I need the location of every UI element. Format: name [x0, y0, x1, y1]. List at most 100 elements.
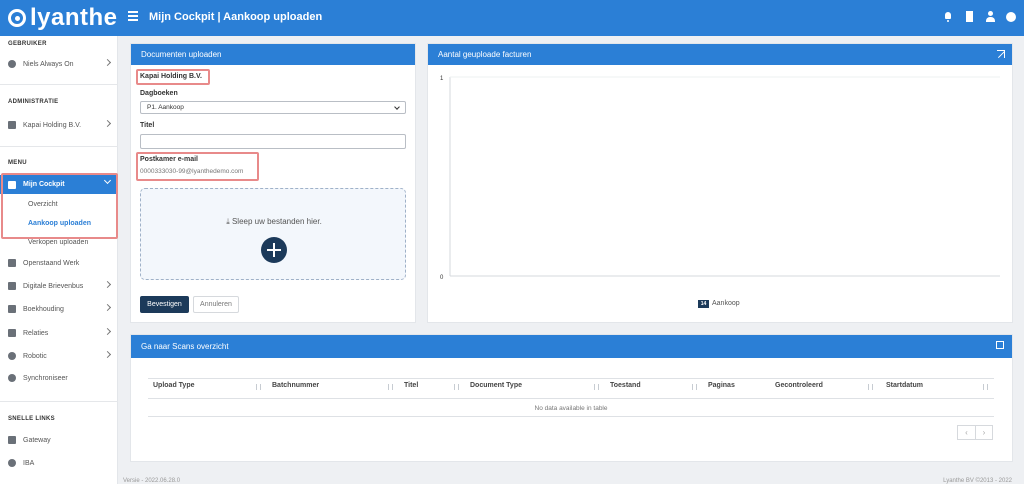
- cogs-icon: [8, 352, 16, 360]
- users-icon: [8, 329, 16, 337]
- add-file-icon[interactable]: [261, 237, 287, 263]
- sidebar-item-mijn-cockpit[interactable]: Mijn Cockpit: [0, 175, 118, 194]
- sort-icon[interactable]: [983, 384, 988, 390]
- y-tick-label: 0: [440, 275, 444, 281]
- sidebar: GEBRUIKER Niels Always On ADMINISTRATIE …: [0, 36, 118, 484]
- sidebar-item-company[interactable]: Kapai Holding B.V.: [0, 116, 118, 134]
- chevron-right-icon: [103, 303, 112, 312]
- logo-icon: [8, 9, 26, 27]
- sidebar-link-gateway[interactable]: Gateway: [0, 431, 118, 449]
- titel-input[interactable]: [140, 134, 406, 149]
- top-icons: [943, 11, 1016, 22]
- file-dropzone[interactable]: ⤓ Sleep uw bestanden hier.: [140, 188, 406, 280]
- chevron-down-icon: [103, 176, 112, 185]
- sidebar-item-robotic[interactable]: Robotic: [0, 347, 118, 365]
- company-label: Kapai Holding B.V.: [140, 73, 202, 80]
- sidebar-item-label: Openstaand Werk: [23, 259, 80, 267]
- sidebar-item-user[interactable]: Niels Always On: [0, 55, 118, 73]
- bell-icon[interactable]: [943, 11, 953, 22]
- confirm-button[interactable]: Bevestigen: [140, 296, 189, 313]
- sidebar-item-label: Relaties: [23, 329, 49, 337]
- external-link-icon[interactable]: [996, 341, 1004, 349]
- briefcase-icon: [8, 259, 16, 267]
- sidebar-subitem-overzicht[interactable]: Overzicht: [28, 201, 58, 208]
- logo[interactable]: lyanthe: [8, 4, 118, 31]
- sync-icon: [8, 374, 16, 382]
- card-title: Ga naar Scans overzicht: [141, 342, 229, 351]
- postkamer-email: 0000333030-99@lyanthedemo.com: [140, 168, 244, 175]
- section-title-snelle-links: SNELLE LINKS: [8, 416, 55, 422]
- logo-text: lyanthe: [30, 4, 118, 31]
- column-header-gecontroleerd[interactable]: Gecontroleerd: [775, 382, 823, 389]
- y-tick-label: 1: [440, 76, 444, 82]
- upload-card: Documenten uploaden: [130, 43, 416, 323]
- cancel-button[interactable]: Annuleren: [193, 296, 239, 313]
- menu-toggle-icon[interactable]: [128, 11, 138, 23]
- expand-icon[interactable]: [997, 50, 1005, 58]
- sort-icon[interactable]: [692, 384, 697, 390]
- palette-icon[interactable]: [1006, 11, 1016, 22]
- column-header-batchnummer[interactable]: Batchnummer: [272, 382, 319, 389]
- sidebar-item-digitale-brievenbus[interactable]: Digitale Brievenbus: [0, 277, 118, 295]
- chart-plot: 1 0: [440, 76, 1000, 281]
- building-icon[interactable]: [964, 11, 974, 22]
- legend-label[interactable]: Aankoop: [712, 300, 740, 307]
- sort-icon[interactable]: [388, 384, 393, 390]
- section-title-menu: MENU: [8, 160, 27, 166]
- column-header-upload-type[interactable]: Upload Type: [153, 382, 194, 389]
- footer-version: Versie - 2022.06.28.0: [123, 478, 181, 484]
- column-header-titel[interactable]: Titel: [404, 382, 418, 389]
- chevron-right-icon: [103, 280, 112, 289]
- sort-icon[interactable]: [256, 384, 261, 390]
- sidebar-subitem-aankoop-uploaden[interactable]: Aankoop uploaden: [28, 220, 91, 227]
- sidebar-link-iba[interactable]: IBA: [0, 454, 118, 472]
- dagboeken-value: P1. Aankoop: [147, 104, 184, 111]
- card-title: Aantal geuploade facturen: [438, 50, 532, 59]
- table-border: [148, 398, 994, 399]
- prev-page-button[interactable]: ‹: [958, 426, 975, 439]
- company-name: Kapai Holding B.V.: [23, 121, 82, 129]
- sidebar-item-synchroniseer[interactable]: Synchroniseer: [0, 369, 118, 387]
- chevron-right-icon: [103, 58, 112, 67]
- sort-icon[interactable]: [868, 384, 873, 390]
- divider: [0, 84, 118, 85]
- dropzone-text: ⤓ Sleep uw bestanden hier.: [226, 217, 322, 226]
- sidebar-item-label: IBA: [23, 459, 35, 467]
- chart-card-header: Aantal geuploade facturen: [428, 44, 1012, 65]
- chevron-right-icon: [103, 350, 112, 359]
- upload-card-header: Documenten uploaden: [131, 44, 415, 65]
- divider: [0, 146, 118, 147]
- page-title: Mijn Cockpit | Aankoop uploaden: [149, 11, 323, 23]
- robot-icon: [8, 459, 16, 467]
- column-header-paginas[interactable]: Paginas: [708, 382, 735, 389]
- book-icon: [8, 305, 16, 313]
- home-icon: [8, 180, 16, 189]
- sidebar-item-label: Gateway: [23, 436, 51, 444]
- column-header-document-type[interactable]: Document Type: [470, 382, 522, 389]
- paper-plane-icon: [8, 282, 16, 290]
- card-title: Documenten uploaden: [141, 50, 222, 59]
- user-name: Niels Always On: [23, 60, 74, 68]
- section-title-administratie: ADMINISTRATIE: [8, 99, 59, 105]
- building-icon: [8, 121, 16, 129]
- dagboeken-select[interactable]: P1. Aankoop: [140, 101, 406, 114]
- sidebar-item-openstaand-werk[interactable]: Openstaand Werk: [0, 254, 118, 272]
- chevron-right-icon: [103, 327, 112, 336]
- dropzone-label: Sleep uw bestanden hier.: [231, 217, 322, 226]
- chevron-down-icon: [394, 104, 400, 110]
- sidebar-item-relaties[interactable]: Relaties: [0, 324, 118, 342]
- titel-label: Titel: [140, 122, 155, 129]
- next-page-button[interactable]: ›: [975, 426, 992, 439]
- scans-card-header[interactable]: Ga naar Scans overzicht: [131, 335, 1012, 358]
- column-header-toestand[interactable]: Toestand: [610, 382, 641, 389]
- sort-icon[interactable]: [594, 384, 599, 390]
- sidebar-subitem-verkopen-uploaden[interactable]: Verkopen uploaden: [28, 239, 88, 246]
- sidebar-item-boekhouding[interactable]: Boekhouding: [0, 300, 118, 318]
- column-header-startdatum[interactable]: Startdatum: [886, 382, 923, 389]
- empty-table-message: No data available in table: [534, 405, 608, 412]
- sort-icon[interactable]: [454, 384, 459, 390]
- postkamer-label: Postkamer e-mail: [140, 156, 198, 163]
- legend-badge: 14: [698, 300, 709, 308]
- sidebar-item-label: Synchroniseer: [23, 374, 68, 382]
- user-icon[interactable]: [985, 11, 995, 22]
